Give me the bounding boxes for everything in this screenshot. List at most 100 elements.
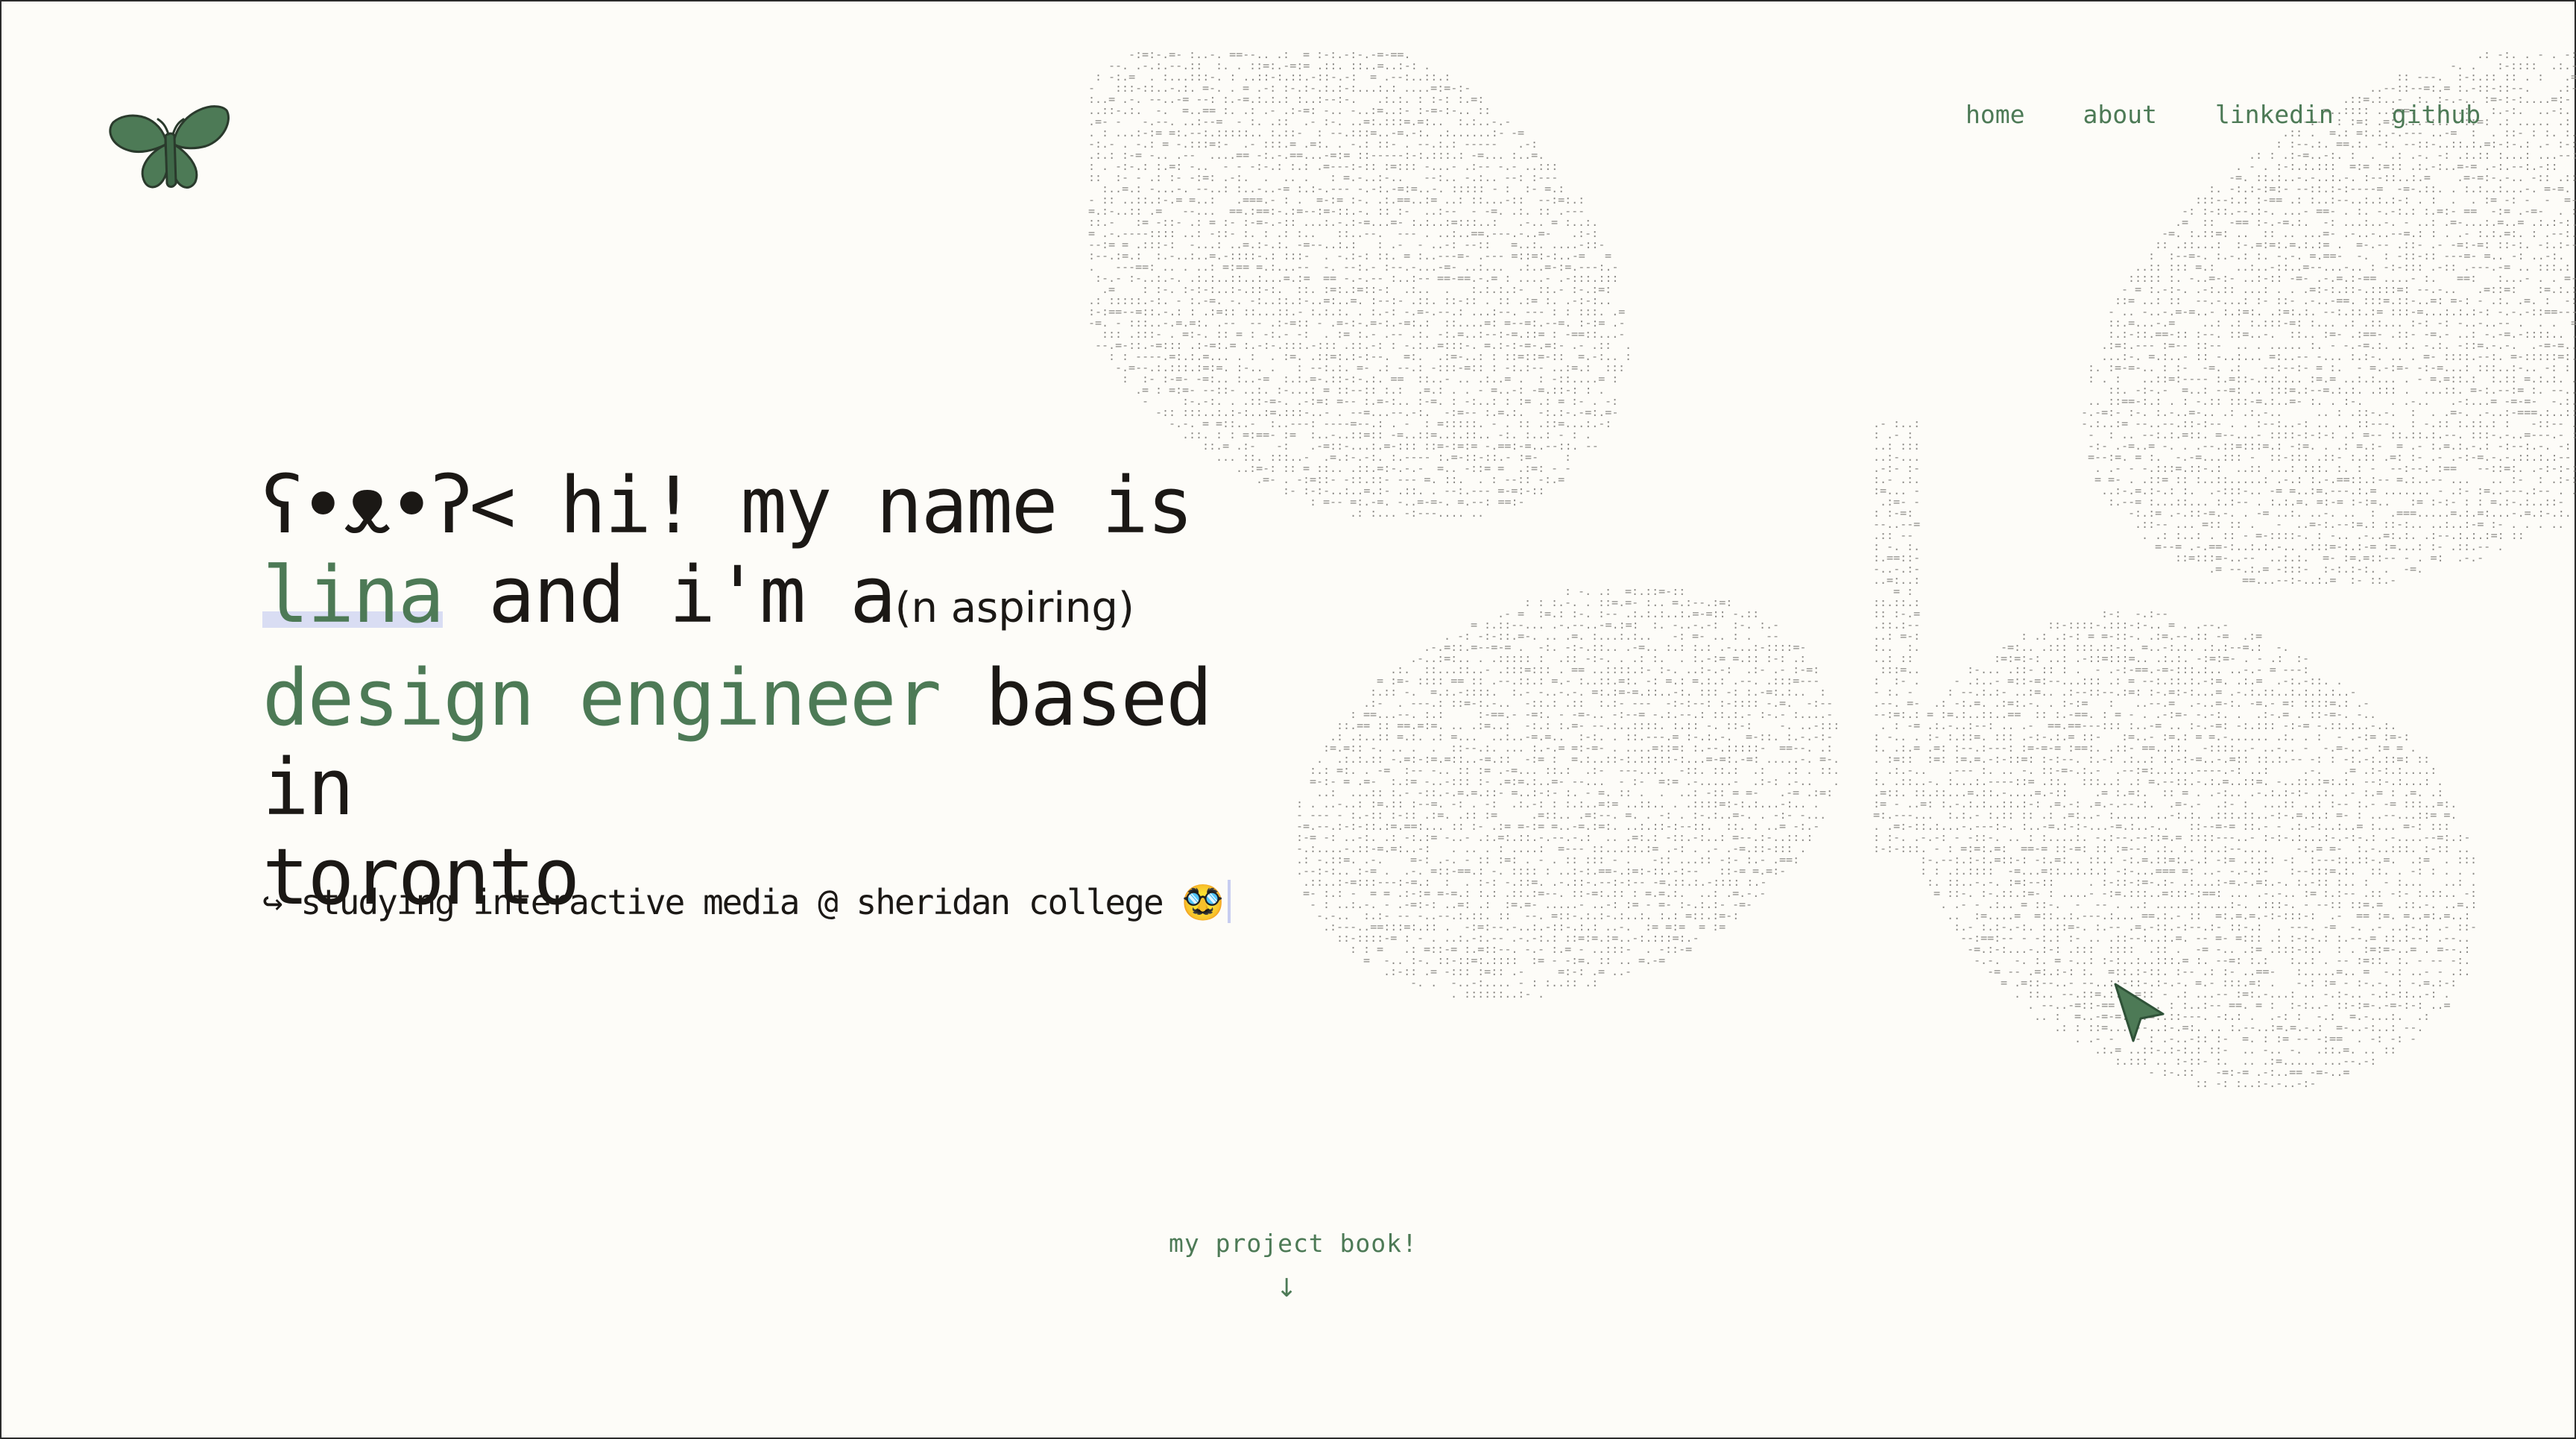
svg-text:.: . <box>2141 529 2148 542</box>
svg-text::..:-.-..-:-: :..:-.-..-:- <box>2235 1077 2316 1090</box>
svg-text:.: . <box>1913 674 1920 687</box>
svg-text:::.-: ::.- <box>2370 573 2396 587</box>
svg-text:::: :: <box>2034 708 2048 721</box>
svg-text:=: = <box>1363 954 1370 967</box>
svg-text::.:::: :.::: <box>2115 1054 2148 1068</box>
svg-text:.-: .- <box>1303 115 1316 128</box>
svg-text:-: - <box>2416 372 2423 385</box>
svg-text::: : <box>1095 70 1102 84</box>
svg-text:-: - <box>1913 495 1920 508</box>
svg-text::: : <box>1350 942 1357 956</box>
butterfly-logo-icon[interactable] <box>104 95 231 197</box>
svg-text:. ::::::..:-: . ::::::..:- <box>1450 987 1531 1001</box>
svg-text::-.::: :-.:: <box>2162 1065 2195 1079</box>
text-caret <box>1227 880 1231 923</box>
svg-text:.: . <box>1088 260 1095 274</box>
svg-text:=.-=: =.-= <box>1638 954 1665 967</box>
hero-name: lina <box>262 550 444 640</box>
svg-text:::: :: <box>1088 171 1102 184</box>
svg-text:-: - <box>2148 1065 2155 1079</box>
svg-text:-: - <box>2302 741 2309 755</box>
svg-text::: : <box>2537 70 2544 84</box>
down-arrow-icon[interactable]: ↓ <box>1276 1273 1298 1303</box>
svg-text::: : <box>2108 696 2115 710</box>
disguise-emoji-icon: 🥸 <box>1181 882 1224 922</box>
svg-text:==:: ==: <box>2457 271 2477 285</box>
svg-text::: : <box>2564 361 2571 374</box>
svg-text:=: = <box>1933 887 1940 900</box>
svg-text::: -:: :: -: <box>2195 1077 2229 1090</box>
svg-text:-: - <box>1316 316 1323 330</box>
svg-text:.: . <box>2027 998 2034 1012</box>
svg-text:=: = <box>2001 976 2007 989</box>
svg-text::: : <box>1155 383 1162 397</box>
svg-text:.: . <box>1269 361 1276 374</box>
svg-text:-: - <box>2544 193 2551 207</box>
nav-about-link[interactable]: about <box>2083 100 2156 129</box>
hero-and-im-a-text: and i'm a <box>443 550 897 640</box>
svg-text:.: . <box>1833 775 1840 788</box>
svg-text:-=.: -=. <box>2403 562 2423 576</box>
svg-text:.: . <box>2497 540 2504 553</box>
svg-text:.-.-: .-.- <box>2457 551 2484 564</box>
svg-text:-: - <box>1491 417 1497 430</box>
svg-text:..: .. <box>2034 1010 2048 1023</box>
svg-text:.:=:: .:=: <box>1806 786 1833 799</box>
svg-text::: : <box>1229 428 1236 441</box>
hero-intro-text: < hi! my name is <box>469 460 1194 551</box>
svg-text:.: . <box>1598 383 1605 397</box>
svg-text:.:: .: <box>2054 1021 2068 1034</box>
hero-heading: ʕ•ᴥ•ʔ< hi! my name is lina and i'm a(n a… <box>262 461 1321 922</box>
svg-text:.: :... -:---....: .: :... -:---.... <box>1350 506 1465 520</box>
cursor-arrow-icon <box>2111 981 2171 1044</box>
svg-text:.: . <box>2356 1032 2363 1045</box>
svg-text:::-::::-= :: ::-::::-= : <box>1336 931 1410 945</box>
svg-text::: : <box>1390 339 1397 352</box>
svg-text:.: . <box>1940 898 1947 911</box>
svg-text:.: . <box>2410 741 2416 755</box>
svg-text::: : <box>1108 350 1115 363</box>
svg-text:=: = <box>1551 215 1558 229</box>
svg-text:-: - <box>1538 853 1544 866</box>
svg-text::=: := <box>1531 954 1544 967</box>
svg-text::.: :. <box>1222 104 1236 117</box>
svg-text:.: . <box>2410 350 2416 363</box>
bear-kaomoji: ʕ•ᴥ•ʔ <box>262 459 473 551</box>
svg-text::.: :. <box>1652 618 1665 632</box>
svg-text:.: . <box>2571 484 2576 497</box>
svg-text::: : <box>2430 864 2437 878</box>
subline: ↪ studying interactive media @ sheridan … <box>262 880 1231 923</box>
svg-text::: : <box>1122 372 1128 385</box>
svg-text:.: . <box>1538 987 1544 1001</box>
svg-text::: : <box>2088 372 2094 385</box>
svg-text::-:-:::.: :-:-:::. <box>1873 842 1927 855</box>
return-arrow-icon: ↪ <box>262 882 283 922</box>
svg-text:= :=: = := <box>1699 920 1726 933</box>
nav-home-link[interactable]: home <box>1966 100 2024 129</box>
svg-text::: : <box>2316 730 2323 743</box>
svg-text:=: = <box>1377 942 1383 956</box>
svg-text:==...--:-..:.=: ==...--:-..:.= <box>2242 573 2336 587</box>
svg-text:.:: .: <box>2477 49 2490 61</box>
svg-text::-: :- <box>2349 573 2363 587</box>
svg-text:....==: ....== <box>1209 148 1249 162</box>
svg-text:-: - <box>1142 394 1149 408</box>
svg-text::: : <box>1625 350 1632 363</box>
nav-linkedin-link[interactable]: linkedin <box>2215 100 2334 129</box>
svg-text:. . ..: . . .. <box>2524 517 2564 531</box>
hero-role: design engineer <box>262 652 941 743</box>
svg-text:-::= =: -::= = <box>1464 462 1504 475</box>
svg-text:..: .. <box>1471 506 1484 520</box>
svg-text:-: - <box>1551 954 1558 967</box>
hero-aspiring-text: (n aspiring) <box>894 584 1134 632</box>
svg-text:..-: ..- <box>1611 965 1632 978</box>
svg-text:=: = <box>1471 618 1477 632</box>
subline-text: studying interactive media @ sheridan co… <box>281 882 1182 922</box>
svg-text:-. .: -. . <box>1410 976 1437 989</box>
svg-text::..:: .:: :..:: .: <box>1544 976 1598 989</box>
nav-github-link[interactable]: github <box>2392 100 2481 129</box>
project-book-link[interactable]: my project book! <box>1169 1229 1418 1258</box>
svg-text:=: = <box>2255 998 2262 1012</box>
svg-text::: : <box>2108 428 2115 441</box>
svg-text:.: . <box>1880 719 1887 732</box>
